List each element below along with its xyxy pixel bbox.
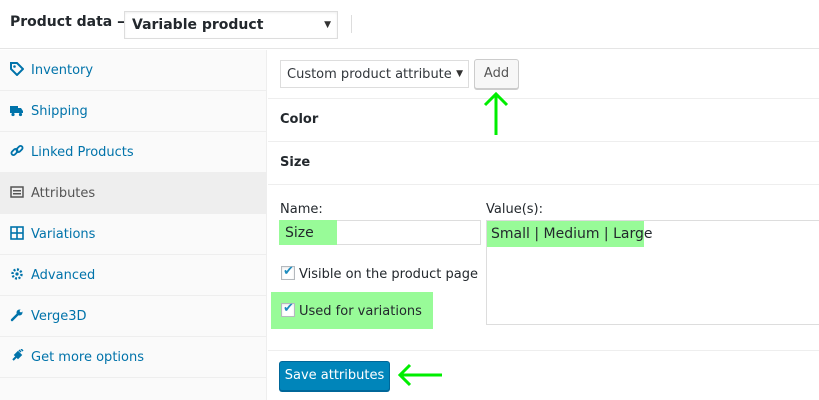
tab-label: Advanced: [31, 268, 96, 283]
link-icon: [10, 145, 24, 156]
name-label: Name:: [280, 202, 323, 217]
truck-icon: [10, 106, 23, 117]
tab-advanced[interactable]: Advanced: [0, 255, 267, 296]
tab-inventory[interactable]: Inventory: [0, 50, 267, 91]
tab-label: Shipping: [31, 104, 88, 119]
attribute-row-color[interactable]: Color: [268, 99, 819, 142]
wrench-icon: [10, 309, 23, 322]
attribute-form: Name: Value(s): Size Small | Medium | La…: [268, 186, 819, 351]
tab-label: Inventory: [31, 63, 94, 78]
attribute-name: Color: [280, 112, 319, 127]
grid-icon: [10, 226, 24, 240]
visible-on-product-page-label: Visible on the product page: [299, 267, 478, 282]
used-for-variations-checkbox[interactable]: [281, 301, 295, 317]
chevron-down-icon: ▼: [456, 69, 463, 79]
tab-label: Variations: [31, 227, 96, 242]
arrow-up-annotation-icon: [483, 91, 509, 135]
list-icon: [10, 186, 24, 198]
tag-icon: [10, 62, 24, 76]
used-for-variations-label: Used for variations: [299, 304, 422, 319]
attribute-values-value: Small | Medium | Large: [491, 226, 653, 242]
add-attribute-button[interactable]: Add: [474, 59, 519, 89]
attributes-toolbar: Custom product attribute ▼ Add: [268, 50, 819, 99]
tab-label: Linked Products: [31, 145, 134, 160]
tab-verge3d[interactable]: Verge3D: [0, 296, 267, 337]
chevron-down-icon: ▼: [324, 20, 331, 30]
save-attributes-button[interactable]: Save attributes: [279, 361, 390, 391]
tab-linked-products[interactable]: Linked Products: [0, 132, 267, 173]
plugin-icon: [12, 349, 24, 361]
tab-shipping[interactable]: Shipping: [0, 91, 267, 132]
product-data-header: Product data — Variable product ▼: [0, 0, 819, 49]
attribute-taxonomy-select[interactable]: Custom product attribute ▼: [280, 60, 469, 88]
product-type-select[interactable]: Variable product ▼: [124, 11, 338, 39]
arrow-left-annotation-icon: [397, 363, 442, 387]
header-divider: [351, 15, 352, 33]
tab-get-more-options[interactable]: Get more options: [0, 337, 267, 378]
product-data-tabs: Inventory Shipping Linked Products Attri…: [0, 50, 267, 400]
attribute-name-value: Size: [285, 225, 314, 241]
attribute-name: Size: [280, 155, 311, 170]
attributes-panel: Custom product attribute ▼ Add Color Siz…: [268, 50, 819, 400]
tab-label: Get more options: [31, 350, 144, 365]
product-data-title: Product data —: [10, 14, 132, 30]
gear-icon: [11, 268, 23, 280]
tab-attributes[interactable]: Attributes: [0, 173, 267, 214]
visible-on-product-page-checkbox[interactable]: [281, 264, 295, 280]
attribute-row-size[interactable]: Size: [268, 142, 819, 185]
attribute-select-value: Custom product attribute: [287, 67, 452, 82]
values-label: Value(s):: [486, 202, 543, 217]
tab-variations[interactable]: Variations: [0, 214, 267, 255]
product-type-value: Variable product: [132, 17, 264, 33]
tab-label: Verge3D: [31, 309, 87, 324]
tab-label: Attributes: [31, 186, 96, 201]
